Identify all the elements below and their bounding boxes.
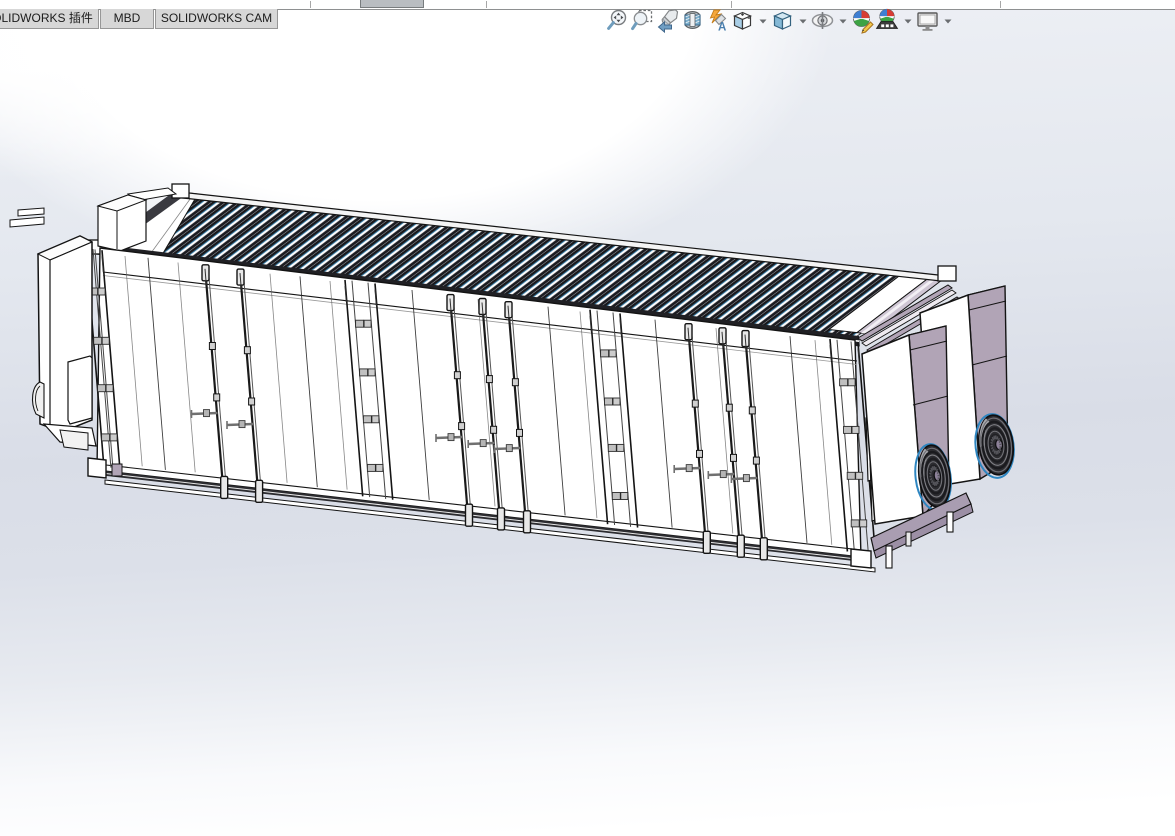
svg-text:A: A [718, 22, 726, 34]
